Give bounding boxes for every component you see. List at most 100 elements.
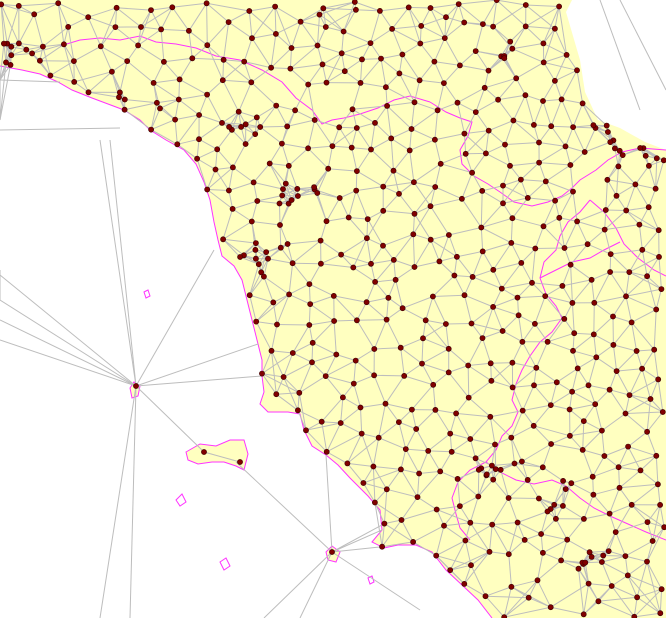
location-point[interactable] <box>427 5 434 11</box>
location-point[interactable] <box>440 80 447 86</box>
location-point[interactable] <box>429 293 436 300</box>
location-point[interactable] <box>204 91 210 98</box>
location-point[interactable] <box>637 145 644 151</box>
location-point[interactable] <box>461 130 468 137</box>
location-point[interactable] <box>410 179 417 186</box>
location-point[interactable] <box>482 150 489 157</box>
location-point[interactable] <box>547 604 554 611</box>
location-point[interactable] <box>383 316 390 323</box>
location-point[interactable] <box>615 464 622 471</box>
location-point[interactable] <box>194 155 200 162</box>
location-point[interactable] <box>204 42 211 49</box>
location-point[interactable] <box>584 241 591 248</box>
location-point[interactable] <box>540 40 547 47</box>
location-point[interactable] <box>383 486 390 493</box>
location-point[interactable] <box>411 99 418 106</box>
location-point[interactable] <box>381 520 388 527</box>
location-point[interactable] <box>472 455 479 462</box>
location-point[interactable] <box>432 406 439 413</box>
location-point[interactable] <box>647 396 654 402</box>
location-point[interactable] <box>150 80 157 86</box>
location-point[interactable] <box>580 418 587 424</box>
location-point[interactable] <box>368 146 374 153</box>
location-point[interactable] <box>432 184 439 190</box>
location-point[interactable] <box>287 65 294 72</box>
location-point[interactable] <box>371 346 378 352</box>
location-point[interactable] <box>418 22 425 29</box>
location-point[interactable] <box>443 14 449 21</box>
location-point[interactable] <box>646 162 652 169</box>
map-canvas[interactable] <box>0 0 666 618</box>
location-point[interactable] <box>294 407 301 414</box>
location-point[interactable] <box>461 581 468 587</box>
location-point[interactable] <box>628 501 635 508</box>
location-point[interactable] <box>644 428 650 435</box>
location-point[interactable] <box>461 19 468 26</box>
location-point[interactable] <box>593 354 600 361</box>
location-point[interactable] <box>649 538 656 544</box>
location-point[interactable] <box>124 58 131 64</box>
location-point[interactable] <box>430 381 437 388</box>
location-point[interactable] <box>433 552 440 559</box>
location-point[interactable] <box>445 369 452 376</box>
location-point[interactable] <box>288 45 295 51</box>
location-point[interactable] <box>204 186 211 193</box>
location-point[interactable] <box>548 123 555 130</box>
location-point[interactable] <box>305 81 312 88</box>
location-point[interactable] <box>519 338 526 345</box>
location-point[interactable] <box>447 430 454 437</box>
location-point[interactable] <box>363 235 370 242</box>
location-point[interactable] <box>540 549 546 556</box>
location-point[interactable] <box>468 320 475 327</box>
location-point[interactable] <box>436 258 443 265</box>
location-point[interactable] <box>419 360 425 367</box>
location-point[interactable] <box>610 313 616 320</box>
location-point[interactable] <box>284 123 291 130</box>
location-point[interactable] <box>253 114 260 121</box>
location-point[interactable] <box>410 539 416 545</box>
location-point[interactable] <box>568 480 575 487</box>
location-point[interactable] <box>339 394 346 401</box>
location-point[interactable] <box>500 182 506 189</box>
location-point[interactable] <box>462 537 469 544</box>
location-point[interactable] <box>390 256 397 263</box>
location-point[interactable] <box>252 246 259 253</box>
location-point[interactable] <box>475 493 482 500</box>
location-point[interactable] <box>273 391 280 398</box>
location-point[interactable] <box>445 345 452 352</box>
location-point[interactable] <box>121 96 128 103</box>
location-point[interactable] <box>278 140 285 147</box>
location-point[interactable] <box>357 404 364 411</box>
location-point[interactable] <box>175 96 182 103</box>
location-point[interactable] <box>536 495 542 502</box>
location-point[interactable] <box>389 25 395 32</box>
location-point[interactable] <box>138 24 144 30</box>
location-point[interactable] <box>350 380 357 387</box>
location-point[interactable] <box>533 364 540 371</box>
location-point[interactable] <box>479 335 486 341</box>
location-point[interactable] <box>651 346 658 353</box>
location-point[interactable] <box>530 422 537 429</box>
location-point[interactable] <box>472 48 479 54</box>
location-point[interactable] <box>522 2 529 8</box>
location-point[interactable] <box>37 57 43 64</box>
location-point[interactable] <box>511 460 518 467</box>
location-point[interactable] <box>552 197 558 204</box>
location-point[interactable] <box>353 317 360 324</box>
location-point[interactable] <box>562 486 569 492</box>
location-point[interactable] <box>273 102 280 109</box>
location-point[interactable] <box>518 176 524 183</box>
location-point[interactable] <box>657 610 664 617</box>
location-point[interactable] <box>510 117 517 124</box>
location-point[interactable] <box>592 401 599 408</box>
location-point[interactable] <box>253 318 260 325</box>
location-point[interactable] <box>280 374 287 380</box>
location-point[interactable] <box>117 89 123 96</box>
location-point[interactable] <box>562 143 569 150</box>
location-point[interactable] <box>29 50 35 57</box>
location-point[interactable] <box>574 218 580 225</box>
location-point[interactable] <box>303 427 309 434</box>
location-point[interactable] <box>571 330 578 337</box>
location-point[interactable] <box>570 124 576 130</box>
location-point[interactable] <box>507 38 514 45</box>
